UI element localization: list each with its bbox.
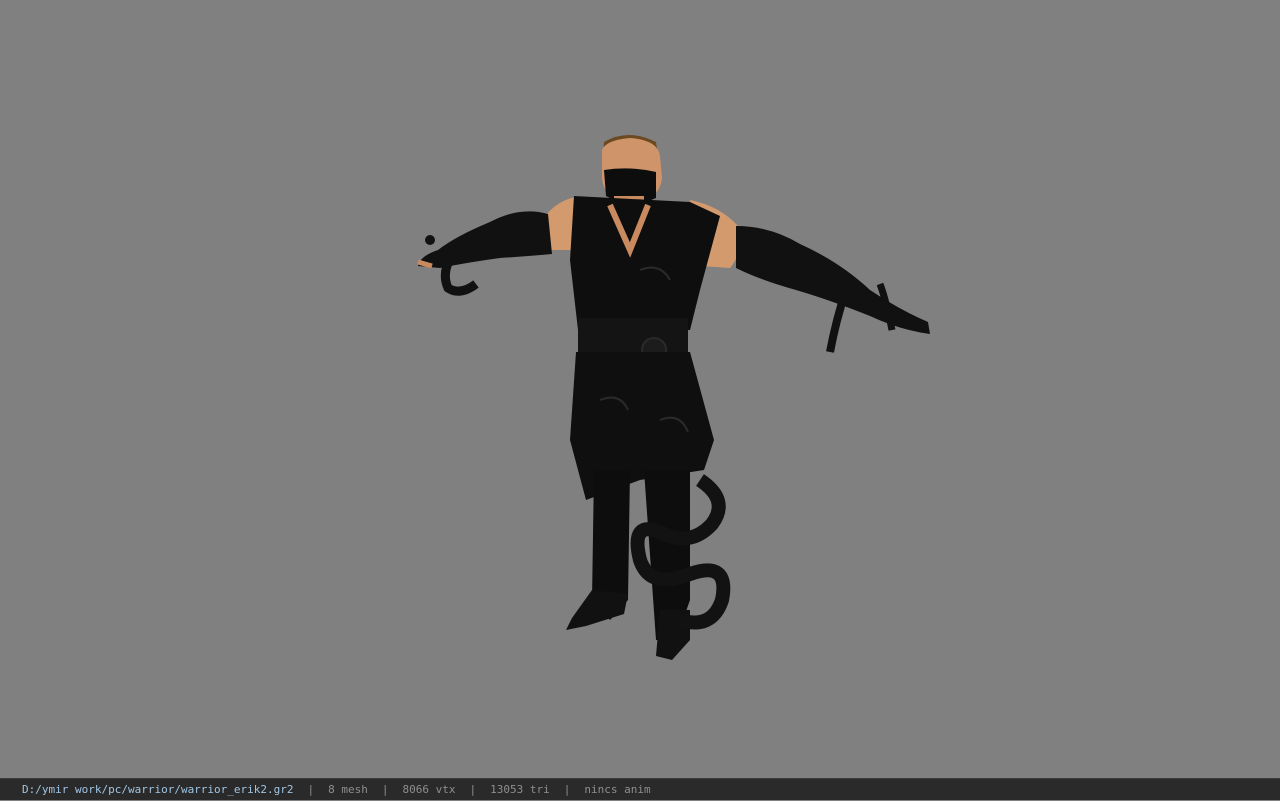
status-separator: | xyxy=(469,782,477,796)
status-separator: | xyxy=(307,782,315,796)
status-mesh-count: 8 mesh xyxy=(328,782,368,796)
status-separator: | xyxy=(563,782,571,796)
status-vertex-count: 8066 vtx xyxy=(402,782,456,796)
character-coat xyxy=(570,352,714,500)
status-bar: D:/ymir work/pc/warrior/warrior_erik2.gr… xyxy=(0,778,1280,800)
status-file-path: D:/ymir work/pc/warrior/warrior_erik2.gr… xyxy=(22,782,294,796)
character-left-arm-wrap xyxy=(418,211,552,268)
status-animation: nincs anim xyxy=(584,782,651,796)
character-right-arm-wrap xyxy=(736,226,930,334)
model-viewport[interactable] xyxy=(0,0,1280,778)
character-model-icon xyxy=(417,135,930,660)
character-left-boot xyxy=(566,590,628,630)
status-triangle-count: 13053 tri xyxy=(490,782,550,796)
status-separator: | xyxy=(381,782,389,796)
